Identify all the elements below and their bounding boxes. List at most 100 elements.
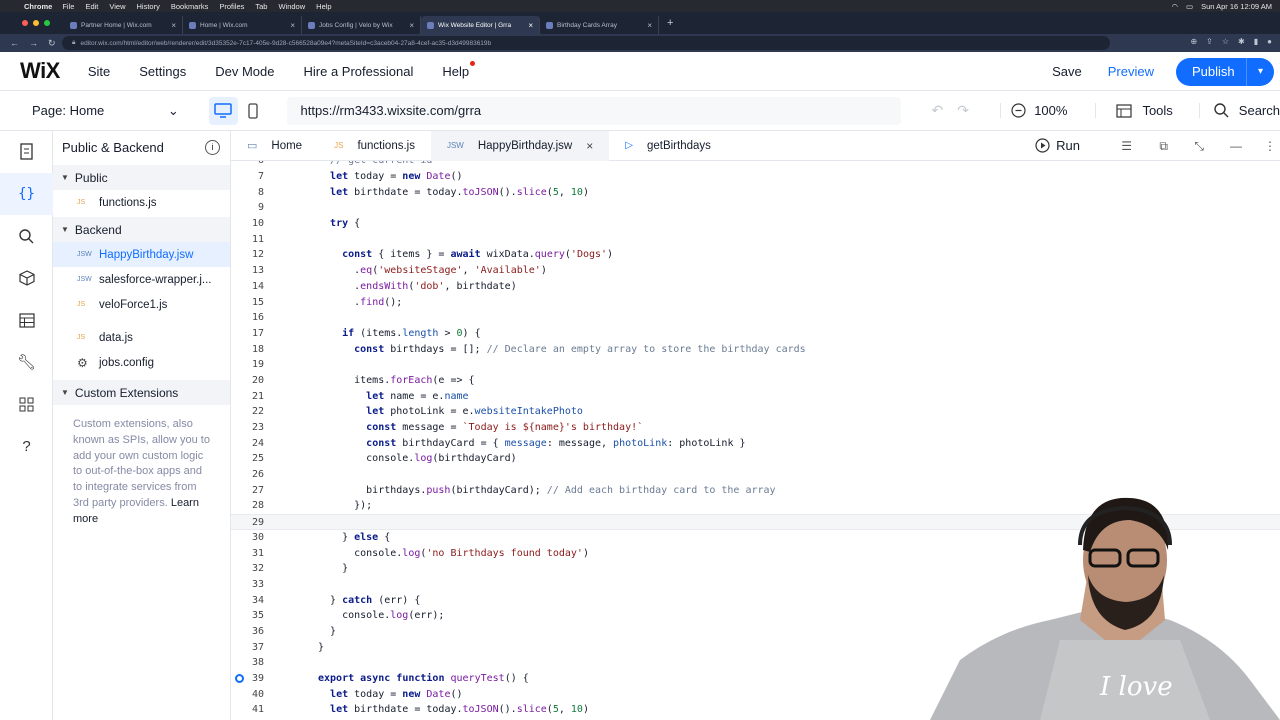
code-line[interactable]: 6 // get current id — [231, 161, 1280, 169]
browser-tab[interactable]: Wix Website Editor | Grra × — [421, 16, 540, 34]
info-icon[interactable]: i — [205, 139, 220, 155]
menu-dev-mode[interactable]: Dev Mode — [215, 64, 274, 79]
clock[interactable]: Sun Apr 16 12:09 AM — [1201, 2, 1272, 11]
file-item[interactable]: JS veloForce1.js — [53, 292, 230, 317]
undo-icon[interactable]: ↶ — [931, 102, 943, 119]
menu-settings[interactable]: Settings — [139, 64, 186, 79]
search-rail-button[interactable] — [0, 215, 53, 257]
browser-tab[interactable]: Partner Home | Wix.com × — [64, 16, 183, 34]
code-line[interactable]: 20 items.forEach(e => { — [231, 373, 1280, 389]
code-line[interactable]: 15 .find(); — [231, 295, 1280, 311]
code-line[interactable]: 11 — [231, 232, 1280, 248]
reload-icon[interactable]: ↻ — [48, 38, 56, 49]
redo-icon[interactable]: ↷ — [957, 102, 969, 119]
code-line[interactable]: 14 .endsWith('dob', birthdate) — [231, 279, 1280, 295]
close-tab-icon[interactable]: × — [290, 21, 295, 30]
macos-menu-item[interactable]: Bookmarks — [171, 2, 209, 11]
pages-rail-button[interactable] — [0, 131, 53, 173]
forward-icon[interactable]: → — [29, 38, 38, 49]
file-item[interactable]: JS data.js — [53, 325, 230, 350]
macos-menu-item[interactable]: Help — [316, 2, 331, 11]
new-tab-button[interactable]: + — [667, 17, 673, 29]
close-tab-icon[interactable]: × — [528, 21, 533, 30]
editor-tab[interactable]: JSW HappyBirthday.jsw × — [430, 130, 610, 161]
code-line[interactable]: 8 let birthdate = today.toJSON().slice(5… — [231, 185, 1280, 201]
code-rail-button[interactable]: {} — [0, 173, 53, 215]
file-item[interactable]: JSW HappyBirthday.jsw — [53, 242, 230, 267]
sidebar-icon[interactable]: ▮ — [1254, 37, 1258, 46]
section-custom-extensions[interactable]: ▼ Custom Extensions — [53, 380, 230, 405]
databases-rail-button[interactable] — [0, 299, 53, 341]
packages-rail-button[interactable] — [0, 257, 53, 299]
code-line[interactable]: 16 — [231, 310, 1280, 326]
menu-site[interactable]: Site — [88, 64, 110, 79]
editor-tab[interactable]: ▷ getBirthdays — [609, 131, 727, 161]
macos-menu-item[interactable]: View — [109, 2, 125, 11]
code-line[interactable]: 19 — [231, 357, 1280, 373]
close-tab-icon[interactable]: × — [409, 21, 414, 30]
code-line[interactable]: 22 let photoLink = e.websiteIntakePhoto — [231, 404, 1280, 420]
browser-tab[interactable]: Home | Wix.com × — [183, 16, 302, 34]
browser-tab[interactable]: Birthday Cards Array × — [540, 16, 659, 34]
file-item[interactable]: JSW salesforce-wrapper.j... — [53, 267, 230, 292]
zoom-icon[interactable]: ⊕ — [1190, 37, 1197, 46]
zoom-window-button[interactable] — [44, 20, 50, 26]
menu-help[interactable]: Help — [442, 60, 476, 79]
code-line[interactable]: 21 let name = e.name — [231, 389, 1280, 405]
code-line[interactable]: 9 — [231, 200, 1280, 216]
code-line[interactable]: 23 const message = `Today is ${name}'s b… — [231, 420, 1280, 436]
code-line[interactable]: 18 const birthdays = []; // Declare an e… — [231, 342, 1280, 358]
macos-menu-item[interactable]: History — [137, 2, 160, 11]
wifi-icon[interactable]: ◠ — [1171, 2, 1178, 11]
close-window-button[interactable] — [22, 20, 28, 26]
macos-menu-item[interactable]: Window — [278, 2, 305, 11]
chevron-down-icon[interactable]: ▾ — [1246, 57, 1274, 86]
code-line[interactable]: 12 const { items } = await wixData.query… — [231, 247, 1280, 263]
tools-button[interactable]: Tools — [1095, 103, 1173, 118]
page-selector[interactable]: Page: Home ⌄ — [32, 103, 179, 119]
battery-icon[interactable]: ▭ — [1186, 2, 1193, 11]
collapse-icon[interactable]: ⤡ — [1194, 139, 1204, 154]
minimize-panel-icon[interactable]: — — [1230, 139, 1242, 153]
run-button[interactable]: Run — [1035, 138, 1080, 153]
editor-tab[interactable]: ▭ Home — [231, 131, 318, 161]
code-line[interactable]: 13 .eq('websiteStage', 'Available') — [231, 263, 1280, 279]
browser-tab[interactable]: Jobs Config | Velo by Wix × — [302, 16, 421, 34]
close-tab-icon[interactable]: × — [647, 21, 652, 30]
back-icon[interactable]: ← — [10, 38, 19, 49]
tools-rail-button[interactable]: 🔧︎ — [0, 341, 53, 383]
editor-tab[interactable]: JS functions.js — [318, 131, 431, 161]
file-item[interactable]: ⚙ jobs.config — [53, 350, 230, 375]
close-icon[interactable]: × — [586, 139, 593, 153]
zoom-control[interactable]: 100% — [1000, 103, 1067, 118]
save-button[interactable]: Save — [1052, 64, 1082, 79]
close-tab-icon[interactable]: × — [171, 21, 176, 30]
extensions-icon[interactable]: ✱ — [1238, 37, 1245, 46]
bookmark-star-icon[interactable]: ☆ — [1222, 37, 1229, 46]
browser-url-field[interactable]: 🔒︎ editor.wix.com/html/editor/web/render… — [62, 36, 1110, 50]
code-line[interactable]: 26 — [231, 467, 1280, 483]
section-backend[interactable]: ▼ Backend — [53, 217, 230, 242]
wix-logo[interactable]: WiX — [20, 58, 60, 84]
section-public[interactable]: ▼ Public — [53, 165, 230, 190]
macos-menu-item[interactable]: Edit — [85, 2, 98, 11]
macos-menu-item[interactable]: File — [62, 2, 74, 11]
code-line[interactable]: 7 let today = new Date() — [231, 169, 1280, 185]
minimize-window-button[interactable] — [33, 20, 39, 26]
format-icon[interactable]: ☰ — [1121, 139, 1132, 153]
code-line[interactable]: 17 if (items.length > 0) { — [231, 326, 1280, 342]
profile-avatar[interactable]: ● — [1267, 37, 1272, 46]
preview-button[interactable]: Preview — [1108, 64, 1154, 79]
publish-button[interactable]: Publish ▾ — [1176, 57, 1274, 86]
menu-hire-professional[interactable]: Hire a Professional — [304, 64, 414, 79]
search-button[interactable]: Search — [1198, 103, 1280, 118]
share-icon[interactable]: ⇪ — [1206, 37, 1213, 46]
help-rail-button[interactable]: ? — [0, 425, 53, 467]
code-line[interactable]: 10 try { — [231, 216, 1280, 232]
code-line[interactable]: 24 const birthdayCard = { message: messa… — [231, 436, 1280, 452]
macos-menu-item[interactable]: Profiles — [219, 2, 244, 11]
macos-menu-item[interactable]: Tab — [255, 2, 267, 11]
apps-rail-button[interactable] — [0, 383, 53, 425]
app-menu-name[interactable]: Chrome — [24, 2, 52, 11]
mobile-view-button[interactable] — [238, 97, 267, 125]
